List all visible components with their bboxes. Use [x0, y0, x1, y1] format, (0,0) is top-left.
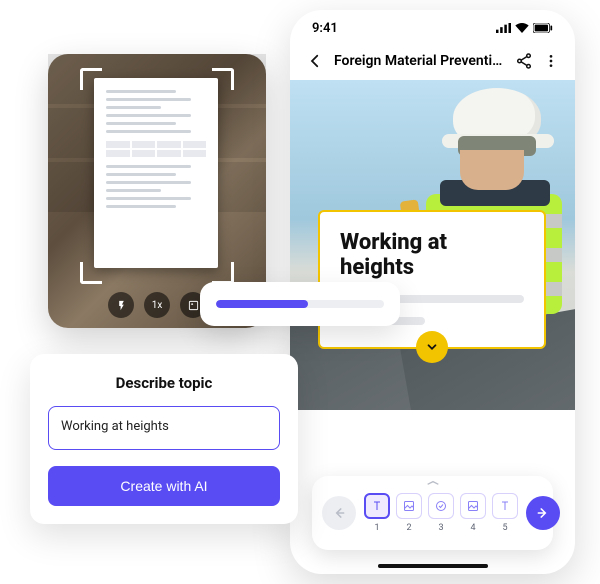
progress-card [200, 282, 400, 326]
step-number: 3 [438, 523, 443, 533]
lesson-hero: Working at heights [290, 80, 575, 410]
arrow-right-icon [536, 506, 550, 520]
describe-topic-card: Describe topic Create with AI [30, 354, 298, 524]
scanner-zoom-button[interactable]: 1x [144, 292, 170, 318]
image-block-icon [396, 493, 422, 519]
image-block-icon [460, 493, 486, 519]
share-icon[interactable] [515, 52, 533, 70]
lesson-title-card[interactable]: Working at heights [318, 210, 546, 349]
create-with-ai-button[interactable]: Create with AI [48, 466, 280, 506]
arrow-left-icon [332, 506, 346, 520]
step-item[interactable]: 3 [428, 493, 454, 533]
scan-frame-corner [80, 68, 102, 90]
step-number: 2 [406, 523, 411, 533]
progress-fill [216, 300, 308, 308]
step-number: 1 [374, 523, 379, 533]
status-bar: 9:41 [290, 10, 575, 46]
chevron-down-icon [425, 340, 439, 354]
status-time: 9:41 [312, 21, 338, 36]
next-step-button[interactable] [526, 496, 560, 530]
prev-step-button[interactable] [322, 496, 356, 530]
step-item[interactable]: 5 [492, 493, 518, 533]
text-block-icon [364, 493, 390, 519]
more-icon[interactable] [543, 52, 559, 70]
step-number: 5 [502, 523, 507, 533]
step-number: 4 [470, 523, 475, 533]
lesson-title: Working at heights [340, 230, 524, 281]
step-item[interactable]: 1 [364, 493, 390, 533]
text-block-icon [492, 493, 518, 519]
step-item[interactable]: 2 [396, 493, 422, 533]
topic-input[interactable] [48, 406, 280, 450]
step-strip: 1 2 3 4 [364, 493, 518, 533]
back-button[interactable] [306, 52, 324, 70]
scan-frame-corner [212, 68, 234, 90]
lesson-step-controls: 1 2 3 4 [312, 476, 553, 550]
describe-topic-label: Describe topic [48, 374, 280, 392]
expand-button[interactable] [416, 331, 448, 363]
step-item[interactable]: 4 [460, 493, 486, 533]
quiz-block-icon [428, 493, 454, 519]
scan-frame-corner [212, 262, 234, 284]
wifi-icon [515, 23, 529, 33]
phone-header: Foreign Material Prevention... [290, 46, 575, 80]
scanned-document [94, 78, 218, 268]
page-title: Foreign Material Prevention... [334, 53, 505, 69]
drag-handle-icon[interactable] [425, 480, 441, 486]
status-icons [496, 23, 553, 33]
home-indicator [378, 564, 488, 568]
progress-track [216, 300, 384, 308]
signal-icon [496, 23, 511, 33]
scan-frame-corner [80, 262, 102, 284]
battery-icon [533, 23, 553, 33]
scanner-flash-button[interactable] [108, 292, 134, 318]
